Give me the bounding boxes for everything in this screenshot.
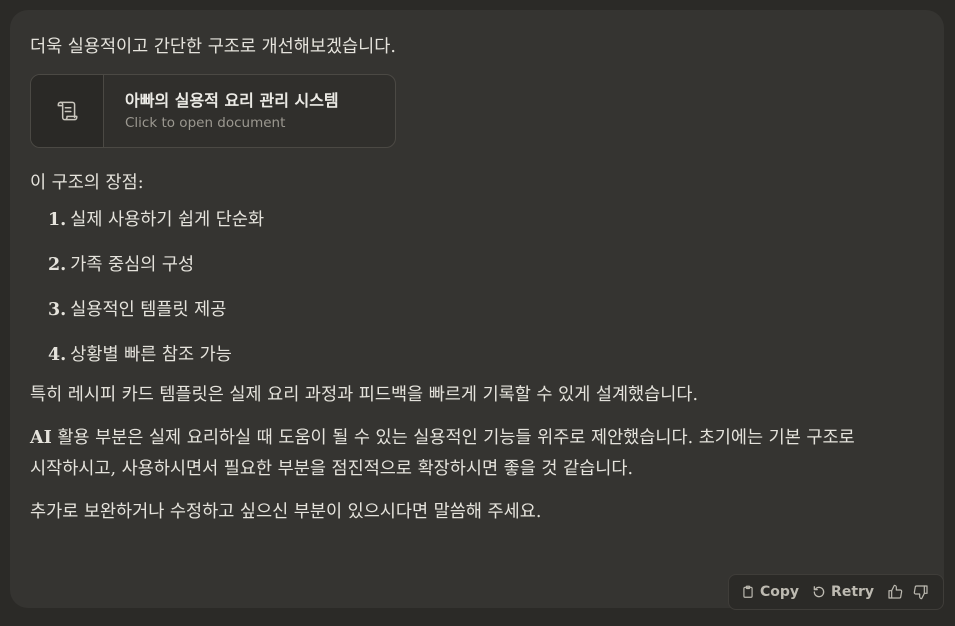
closing-paragraph: 추가로 보완하거나 수정하고 싶으신 부분이 있으시다면 말씀해 주세요. bbox=[30, 502, 542, 522]
ai-paragraph: AI 활용 부분은 실제 요리하실 때 도움이 될 수 있는 실용적인 기능들 … bbox=[30, 423, 875, 485]
recipe-paragraph: 특히 레시피 카드 템플릿은 실제 요리 과정과 피드백을 빠르게 기록할 수 … bbox=[30, 385, 699, 405]
document-card-text: 아빠의 실용적 요리 관리 시스템 Click to open document bbox=[104, 75, 339, 147]
retry-icon bbox=[813, 586, 825, 598]
document-subtitle: Click to open document bbox=[125, 114, 286, 131]
ai-paragraph-text: 활용 부분은 실제 요리하실 때 도움이 될 수 있는 실용적인 기능들 위주로… bbox=[30, 428, 855, 479]
copy-button[interactable]: Copy bbox=[741, 584, 799, 600]
document-card[interactable]: 아빠의 실용적 요리 관리 시스템 Click to open document bbox=[30, 74, 396, 148]
pros-heading: 이 구조의 장점: bbox=[30, 173, 144, 193]
list-item: 3. 실용적인 템플릿 제공 bbox=[48, 295, 924, 326]
ai-bold-text: AI bbox=[30, 428, 52, 448]
list-item: 2. 가족 중심의 구성 bbox=[48, 250, 924, 281]
list-text: 실용적인 템플릿 제공 bbox=[70, 300, 227, 320]
document-icon-box bbox=[31, 75, 104, 147]
thumbs-down-icon bbox=[913, 585, 928, 600]
retry-label: Retry bbox=[831, 584, 875, 600]
thumbs-up-icon bbox=[888, 584, 903, 599]
clipboard-icon bbox=[743, 585, 753, 598]
list-item: 4. 상황별 빠른 참조 가능 bbox=[48, 340, 924, 371]
list-number: 2. bbox=[48, 255, 67, 275]
copy-label: Copy bbox=[760, 584, 800, 600]
list-number: 4. bbox=[48, 345, 67, 365]
list-number: 1. bbox=[48, 210, 67, 230]
list-text: 가족 중심의 구성 bbox=[70, 255, 195, 275]
document-title: 아빠의 실용적 요리 관리 시스템 bbox=[125, 90, 339, 110]
retry-button[interactable]: Retry bbox=[812, 584, 874, 600]
assistant-message: 더욱 실용적이고 간단한 구조로 개선해보겠습니다. 아빠의 실용적 요리 관리… bbox=[10, 10, 944, 610]
list-number: 3. bbox=[48, 300, 67, 320]
intro-text: 더욱 실용적이고 간단한 구조로 개선해보겠습니다. bbox=[30, 37, 396, 57]
thumbs-up-button[interactable] bbox=[887, 584, 903, 600]
list-text: 상황별 빠른 참조 가능 bbox=[70, 345, 232, 365]
pros-list: 1. 실제 사용하기 쉽게 단순화 2. 가족 중심의 구성 3. 실용적인 템플릿 … bbox=[30, 205, 924, 371]
thumbs-down-button[interactable] bbox=[913, 584, 929, 600]
list-text: 실제 사용하기 쉽게 단순화 bbox=[70, 210, 265, 230]
list-item: 1. 실제 사용하기 쉽게 단순화 bbox=[48, 205, 924, 236]
scroll-document-icon bbox=[57, 101, 78, 121]
message-actions: Copy Retry bbox=[728, 574, 944, 610]
